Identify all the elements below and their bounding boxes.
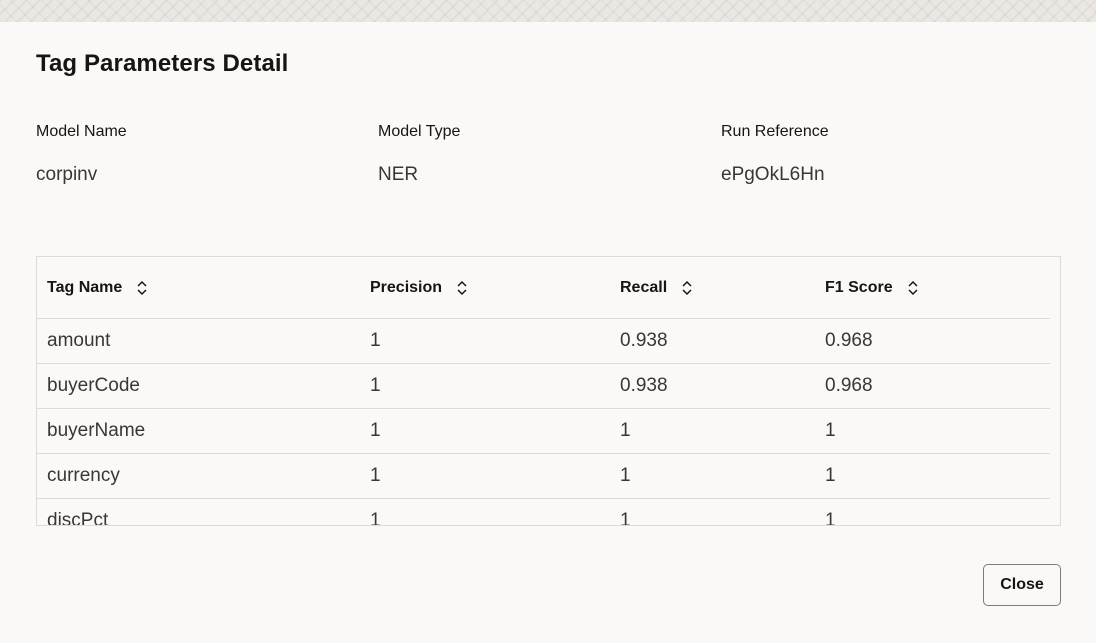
sort-up-down-icon[interactable] [907, 280, 919, 296]
sort-up-down-icon[interactable] [681, 280, 693, 296]
header-label: Tag Name [47, 278, 123, 296]
table-cell: 1 [815, 454, 1050, 499]
header-label: Precision [370, 278, 443, 296]
header-tag-name[interactable]: Tag Name [37, 257, 360, 319]
model-type-value: NER [378, 164, 419, 185]
header-f1-score[interactable]: F1 Score [815, 257, 1050, 319]
table-cell: 1 [815, 499, 1050, 525]
close-button[interactable]: Close [983, 564, 1061, 606]
table-cell: 1 [610, 454, 815, 499]
table-cell: currency [37, 454, 360, 499]
column-recall: Recall 0.938 0.938 1 1 1 [610, 257, 816, 525]
header-recall[interactable]: Recall [610, 257, 815, 319]
header-label: F1 Score [825, 278, 893, 296]
run-reference-value: ePgOkL6Hn [721, 164, 825, 185]
tag-parameters-dialog: Tag Parameters Detail Model Name corpinv… [0, 22, 1096, 643]
table-cell: 1 [360, 454, 610, 499]
table-cell: 0.938 [610, 319, 815, 364]
table-cell: discPct [37, 499, 360, 525]
model-type-label: Model Type [378, 123, 461, 140]
table-cell: buyerCode [37, 364, 360, 409]
table-cell: 1 [360, 499, 610, 525]
run-reference-label: Run Reference [721, 123, 829, 140]
table-cell: buyerName [37, 409, 360, 454]
table-cell: 1 [610, 499, 815, 525]
tag-parameters-table[interactable]: Tag Name amount buyerCode buyerName curr… [36, 256, 1061, 526]
column-precision: Precision 1 1 1 1 1 [360, 257, 611, 525]
table-cell: 1 [815, 409, 1050, 454]
header-precision[interactable]: Precision [360, 257, 610, 319]
column-tag-name: Tag Name amount buyerCode buyerName curr… [37, 257, 361, 525]
column-f1-score: F1 Score 0.968 0.968 1 1 1 [815, 257, 1050, 525]
table-cell: amount [37, 319, 360, 364]
table-cell: 0.968 [815, 364, 1050, 409]
table-cell: 1 [360, 319, 610, 364]
sort-up-down-icon[interactable] [456, 280, 468, 296]
table-cell: 0.968 [815, 319, 1050, 364]
sort-up-down-icon[interactable] [136, 280, 148, 296]
background-pattern-strip [0, 0, 1096, 22]
header-label: Recall [620, 278, 668, 296]
table-cell: 0.938 [610, 364, 815, 409]
table-cell: 1 [360, 364, 610, 409]
model-name-value: corpinv [36, 164, 98, 185]
table-cell: 1 [610, 409, 815, 454]
table-cell: 1 [360, 409, 610, 454]
model-name-label: Model Name [36, 123, 127, 140]
dialog-title: Tag Parameters Detail [36, 50, 289, 77]
